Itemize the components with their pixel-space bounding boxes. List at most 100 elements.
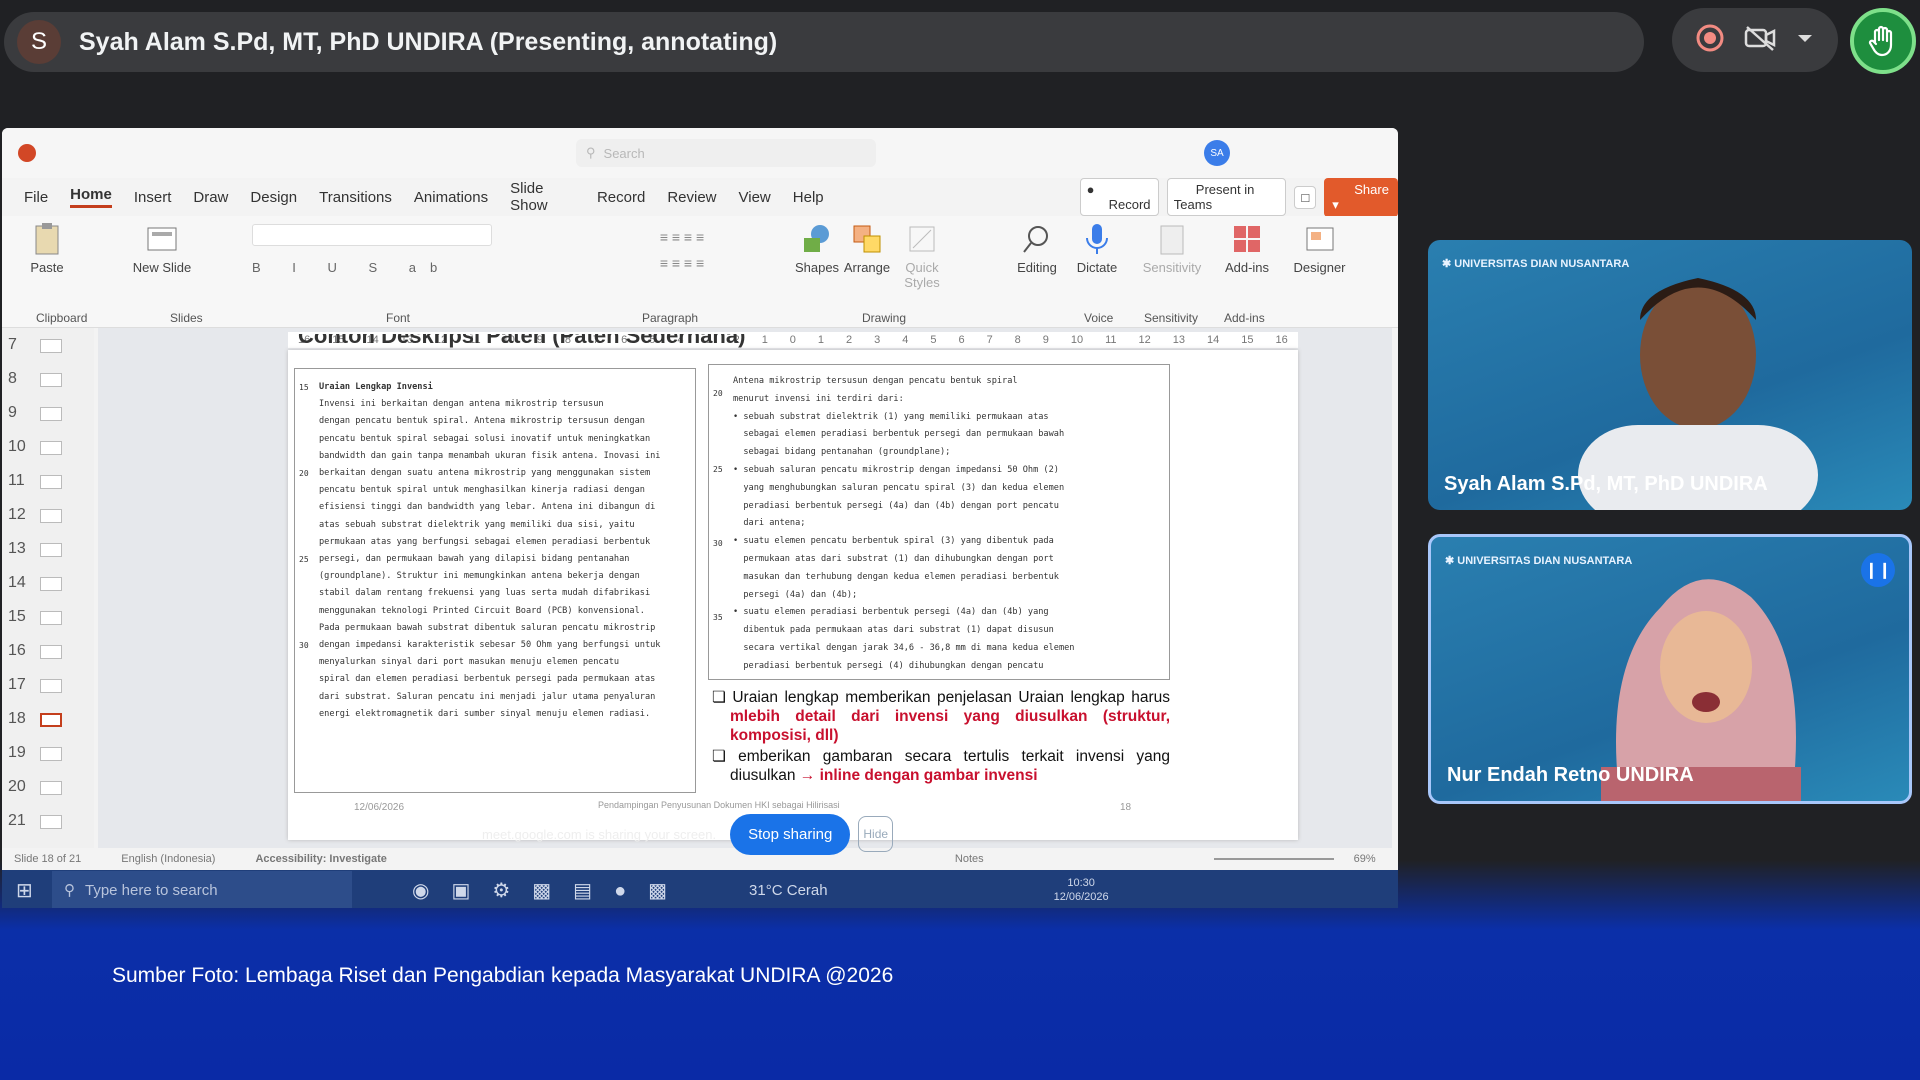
search-box[interactable]: ⚲ Search xyxy=(576,139,876,167)
designer-button[interactable]: Designer xyxy=(1282,216,1357,328)
tab-animations[interactable]: Animations xyxy=(414,189,488,206)
tab-draw[interactable]: Draw xyxy=(193,189,228,206)
line-number: 25 xyxy=(713,465,723,474)
profile-avatar[interactable]: SA xyxy=(1204,140,1230,166)
slide-thumbnail[interactable] xyxy=(40,509,62,523)
zoom-slider[interactable] xyxy=(1213,858,1334,860)
chevron-down-icon[interactable] xyxy=(1795,28,1815,53)
clock-time: 10:30 xyxy=(1067,877,1095,889)
text-line: • sebuah substrat dielektrik (1) yang me… xyxy=(733,411,1049,422)
language-status[interactable]: English (Indonesia) xyxy=(121,853,215,865)
record-button[interactable]: ● Record xyxy=(1079,178,1159,216)
ppt-title-bar: ⚲ Search SA xyxy=(2,128,1398,178)
text-line: dibentuk pada permukaan atas dari substr… xyxy=(733,625,1054,636)
thumbnail-number: 17 xyxy=(8,676,26,693)
taskbar-search[interactable]: ⚲ Type here to search xyxy=(52,871,352,908)
search-placeholder: Search xyxy=(603,145,645,161)
slide-title: Contoh Deskripsi Paten (Paten Sederhana) xyxy=(298,334,746,348)
slide-thumbnail[interactable] xyxy=(40,577,62,591)
slide-thumbnail[interactable] xyxy=(40,475,62,489)
tab-file[interactable]: File xyxy=(24,189,48,206)
line-number: 20 xyxy=(299,469,309,478)
slide[interactable]: Contoh Deskripsi Paten (Paten Sederhana)… xyxy=(288,334,1298,840)
slide-thumbnail[interactable] xyxy=(40,781,62,795)
bullet-item: ❏ Uraian lengkap memberikan penjelasan U… xyxy=(712,689,1170,744)
tab-view[interactable]: View xyxy=(739,189,771,206)
hide-button[interactable]: Hide xyxy=(858,816,894,852)
taskbar-apps[interactable]: ◉▣⚙▩▤●▩ xyxy=(412,878,689,903)
tab-insert[interactable]: Insert xyxy=(134,189,172,206)
record-icon[interactable] xyxy=(1695,23,1725,58)
ruler-tick: 3 xyxy=(874,334,881,346)
ruler-tick: 0 xyxy=(789,334,796,346)
tab-review[interactable]: Review xyxy=(667,189,716,206)
text-line: persegi (4a) dan (4b); xyxy=(733,589,858,600)
share-status-text: meet.google.com is sharing your screen. xyxy=(482,826,717,842)
group-label-clipboard: Clipboard xyxy=(36,311,88,325)
slide-thumbnail[interactable] xyxy=(40,611,62,625)
slide-thumbnail[interactable] xyxy=(40,645,62,659)
tab-home[interactable]: Home xyxy=(70,186,112,208)
text-line: energi elektromagnetik dari sumber sinya… xyxy=(319,708,651,719)
tab-design[interactable]: Design xyxy=(250,189,297,206)
text-line: menyalurkan sinyal dari port masukan men… xyxy=(319,657,620,668)
stop-sharing-button[interactable]: Stop sharing xyxy=(730,813,851,855)
thumbnail-number: 20 xyxy=(8,778,26,795)
clock[interactable]: 10:30 12/06/2026 xyxy=(1054,876,1109,904)
font-name-box[interactable] xyxy=(252,224,492,246)
notes-button[interactable]: Notes xyxy=(955,853,984,865)
record-label: Record xyxy=(1108,197,1151,212)
video-off-icon[interactable] xyxy=(1743,23,1777,58)
text-line: sebagai elemen peradiasi berbentuk perse… xyxy=(733,429,1065,440)
right-text: Antena mikrostrip tersusun dengan pencat… xyxy=(723,373,1155,676)
text-line: persegi, dan permukaan bawah yang dilapi… xyxy=(319,554,630,565)
present-in-teams-button[interactable]: Present in Teams xyxy=(1166,178,1287,216)
thumbnail-number: 18 xyxy=(8,710,26,727)
participant-tile[interactable]: ✱ UNIVERSITAS DIAN NUSANTARA Syah Alam S… xyxy=(1428,240,1912,510)
photo-caption: Sumber Foto: Lembaga Riset dan Pengabdia… xyxy=(112,964,894,987)
share-button[interactable]: Share ▾ xyxy=(1324,177,1398,217)
accessibility-status[interactable]: Accessibility: Investigate xyxy=(255,853,386,865)
text-line: dari antena; xyxy=(733,518,806,529)
participant-tile[interactable]: ✱ UNIVERSITAS DIAN NUSANTARA ❙❙ Nur Enda… xyxy=(1428,534,1912,804)
slide-thumbnail[interactable] xyxy=(40,679,62,693)
text-line: atas sebuah substrat dielektrik yang mem… xyxy=(319,519,635,530)
paragraph-controls[interactable]: ≡ ≡ ≡ ≡ ≡ ≡ ≡ ≡ xyxy=(587,224,777,276)
powerpoint-logo-icon xyxy=(18,144,36,162)
bullet-item: ❏ emberikan gambaran secara tertulis ter… xyxy=(712,748,1170,784)
weather-status[interactable]: 31°C Cerah xyxy=(749,882,828,899)
text-line: pencatu bentuk spiral sebagai solusi ino… xyxy=(319,433,651,444)
slide-thumbnail[interactable] xyxy=(40,339,62,353)
share-label: Share xyxy=(1354,181,1389,197)
slide-thumbnail[interactable] xyxy=(40,441,62,455)
thumbnail-number: 15 xyxy=(8,608,26,625)
text-line: dari substrat. Saluran pencatu ini menja… xyxy=(319,691,656,702)
tab-record[interactable]: Record xyxy=(597,189,645,206)
new-slide-icon xyxy=(147,227,177,251)
dictate-label: Dictate xyxy=(1076,260,1118,275)
font-format-row: B I U S ab xyxy=(252,260,452,275)
editing-button[interactable]: Editing xyxy=(1007,216,1067,328)
tab-help[interactable]: Help xyxy=(793,189,824,206)
thumbnail-number: 9 xyxy=(8,404,17,421)
slide-thumbnail[interactable] xyxy=(40,543,62,557)
thumbnail-number: 7 xyxy=(8,336,17,353)
tab-transitions[interactable]: Transitions xyxy=(319,189,392,206)
thumbnail-number: 11 xyxy=(8,472,25,489)
zoom-level[interactable]: 69% xyxy=(1354,853,1376,865)
slide-thumbnail[interactable] xyxy=(40,815,62,829)
slide-thumbnail[interactable] xyxy=(40,713,62,727)
slide-thumbnail[interactable] xyxy=(40,373,62,387)
shapes-icon xyxy=(804,225,829,252)
ruler-tick: 1 xyxy=(761,334,768,346)
tab-slide-show[interactable]: Slide Show xyxy=(510,180,575,214)
comments-icon[interactable]: □ xyxy=(1294,185,1317,209)
footer-center: Pendampingan Penyusunan Dokumen HKI seba… xyxy=(598,800,840,810)
ruler-tick: 1 xyxy=(817,334,825,346)
line-number: 30 xyxy=(713,539,723,548)
slide-thumbnail[interactable] xyxy=(40,747,62,761)
slide-thumbnail[interactable] xyxy=(40,407,62,421)
windows-start-icon[interactable]: ⊞ xyxy=(16,878,33,903)
raise-hand-button[interactable] xyxy=(1850,8,1916,74)
addins-label: Add-ins xyxy=(1224,260,1270,275)
